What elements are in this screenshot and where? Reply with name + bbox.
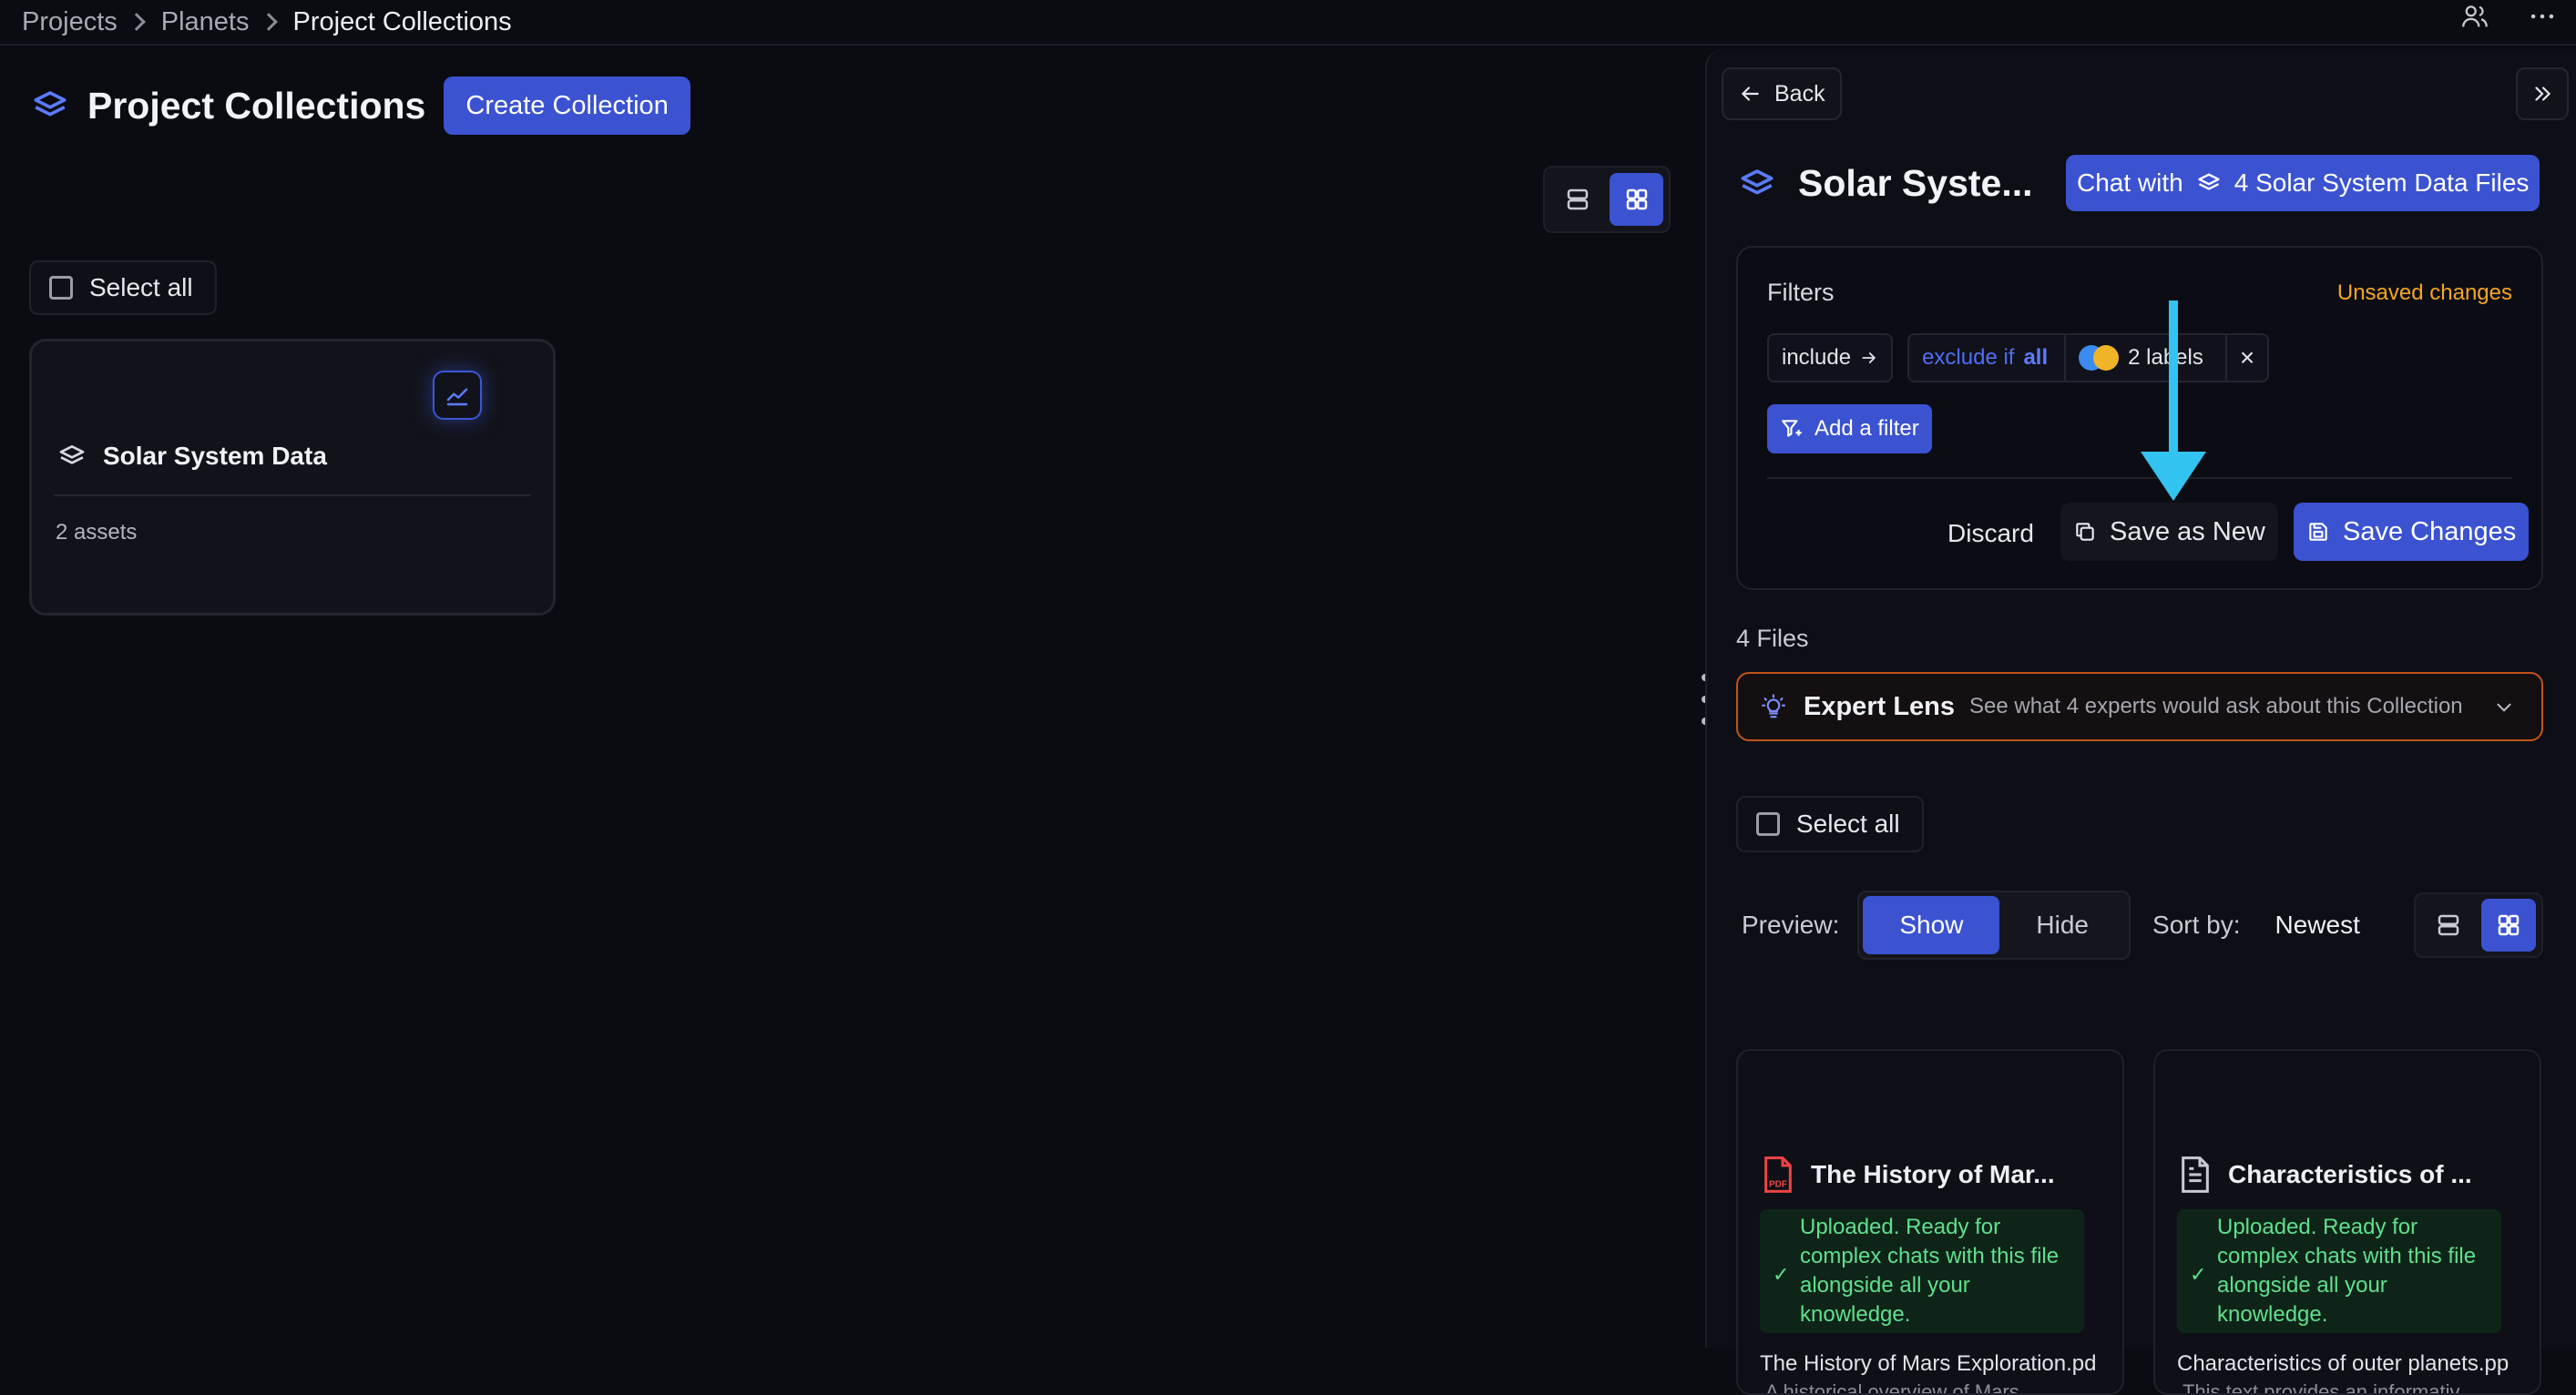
arrow-right-icon: [1862, 352, 1876, 363]
pdf-file-icon: PDF: [1764, 1156, 1792, 1193]
grid-view-icon: [1626, 188, 1647, 210]
select-all-checkbox[interactable]: [1756, 812, 1780, 836]
layers-icon: [2198, 173, 2220, 190]
back-label: Back: [1774, 80, 1825, 107]
preview-hide-button[interactable]: Hide: [1999, 896, 2125, 954]
preview-toggle: Show Hide: [1857, 891, 2131, 960]
layers-icon: [34, 91, 66, 117]
copy-icon: [2076, 523, 2094, 541]
svg-text:PDF: PDF: [1769, 1179, 1787, 1189]
breadcrumb-planets[interactable]: Planets: [161, 7, 250, 37]
collection-name: Solar System Data: [103, 442, 327, 470]
file-description: This text provides an informativ: [2182, 1380, 2460, 1395]
select-all-label: Select all: [89, 273, 193, 301]
exclude-filter-chip[interactable]: exclude if all 2 labels ×: [1907, 333, 2270, 382]
save-changes-label: Save Changes: [2343, 516, 2517, 546]
file-name: Characteristics of outer planets.pp: [2177, 1351, 2510, 1376]
double-chevron-right-icon: [2535, 87, 2551, 101]
collections-pane: Project Collections Create Collection Se…: [0, 47, 1703, 1348]
file-status: ✓ Uploaded. Ready for complex chats with…: [1760, 1209, 2084, 1333]
grid-view-button[interactable]: [2481, 899, 2536, 952]
filter-plus-icon: [1782, 420, 1802, 437]
preview-label: Preview:: [1742, 911, 1840, 939]
save-changes-button[interactable]: Save Changes: [2294, 503, 2530, 561]
include-filter-chip[interactable]: include: [1767, 333, 1894, 382]
files-count: 4 Files: [1736, 625, 1809, 652]
create-collection-button[interactable]: Create Collection: [444, 76, 690, 135]
select-all-collections[interactable]: Select all: [29, 260, 217, 315]
select-all-checkbox[interactable]: [49, 276, 73, 300]
file-name: The History of Mars Exploration.pd: [1760, 1351, 2097, 1376]
back-button[interactable]: Back: [1722, 67, 1842, 120]
lightbulb-icon: [1762, 694, 1785, 718]
sort-dropdown[interactable]: Newest: [2275, 911, 2360, 940]
file-status: ✓ Uploaded. Ready for complex chats with…: [2177, 1209, 2501, 1333]
file-title: The History of Mar...: [1811, 1160, 2055, 1188]
chevron-down-icon: [2497, 703, 2511, 712]
chat-with-collection-button[interactable]: Chat with 4 Solar System Data Files: [2066, 155, 2540, 211]
panel-title: Solar Syste...: [1798, 162, 2033, 204]
breadcrumb-current: Project Collections: [292, 6, 512, 36]
chevron-right-icon: [259, 13, 278, 31]
layers-icon: [1741, 168, 1774, 194]
files-view-toggle: [2414, 892, 2543, 958]
page-title: Project Collections: [87, 84, 426, 127]
list-view-button[interactable]: [2421, 899, 2476, 952]
file-description: A historical overview of Mars: [1765, 1380, 2019, 1395]
expert-lens-subtitle: See what 4 experts would ask about this …: [1969, 694, 2463, 718]
exclude-prefix: exclude if: [1922, 345, 2015, 370]
grid-view-icon: [2498, 914, 2520, 936]
collection-card[interactable]: Solar System Data 2 assets: [29, 339, 556, 616]
chat-prefix: Chat with: [2077, 168, 2183, 197]
save-as-new-label: Save as New: [2110, 516, 2265, 546]
expert-lens-panel[interactable]: Expert Lens See what 4 experts would ask…: [1736, 672, 2543, 741]
grid-view-button[interactable]: [1610, 173, 1663, 226]
breadcrumb-projects[interactable]: Projects: [22, 7, 118, 37]
save-as-new-button[interactable]: Save as New: [2060, 503, 2278, 561]
top-bar: Projects Planets Project Collections: [0, 0, 2576, 46]
collection-detail-panel: Back Solar Syste... Chat with 4 Solar Sy…: [1705, 49, 2576, 1395]
document-icon: [2182, 1156, 2209, 1193]
check-icon: ✓: [2190, 1263, 2207, 1286]
divider: [54, 494, 531, 496]
select-all-files[interactable]: Select all: [1736, 796, 1924, 852]
add-filter-label: Add a filter: [1814, 416, 1919, 441]
annotation-arrow-icon: [2141, 300, 2206, 501]
include-label: include: [1782, 345, 1852, 370]
list-view-button[interactable]: [1550, 173, 1604, 226]
file-card[interactable]: Characteristics of ... ✓ Uploaded. Ready…: [2153, 1049, 2541, 1395]
remove-filter-button[interactable]: ×: [2224, 335, 2267, 381]
file-card[interactable]: PDF The History of Mar... ✓ Uploaded. Re…: [1736, 1049, 2124, 1395]
save-icon: [2309, 523, 2327, 541]
view-toggle: [1543, 166, 1671, 233]
select-all-label: Select all: [1796, 810, 1900, 838]
layers-icon: [59, 445, 85, 464]
list-view-icon: [1567, 188, 1588, 210]
labels-icon: [2079, 345, 2120, 371]
add-filter-button[interactable]: Add a filter: [1767, 404, 1932, 453]
check-icon: ✓: [1773, 1263, 1790, 1286]
expert-lens-title: Expert Lens: [1804, 691, 1955, 721]
file-title: Characteristics of ...: [2228, 1160, 2472, 1188]
users-icon[interactable]: [2459, 1, 2490, 32]
collapse-panel-button[interactable]: [2516, 67, 2569, 120]
filters-label: Filters: [1767, 279, 1835, 306]
sort-label: Sort by:: [2152, 911, 2241, 939]
more-options-icon[interactable]: [2527, 1, 2558, 32]
discard-button[interactable]: Discard: [1947, 519, 2034, 548]
exclude-mode: all: [2023, 345, 2049, 370]
collection-asset-count: 2 assets: [56, 520, 138, 545]
arrow-left-icon: [1741, 87, 1759, 101]
chart-icon: [433, 371, 482, 420]
preview-sort-row: Preview: Show Hide Sort by: Newest: [1742, 891, 2360, 960]
unsaved-changes-badge: Unsaved changes: [2336, 280, 2512, 305]
preview-show-button[interactable]: Show: [1863, 896, 2000, 954]
chat-target: 4 Solar System Data Files: [2234, 168, 2530, 197]
list-view-icon: [2438, 914, 2459, 936]
chevron-right-icon: [127, 13, 146, 31]
